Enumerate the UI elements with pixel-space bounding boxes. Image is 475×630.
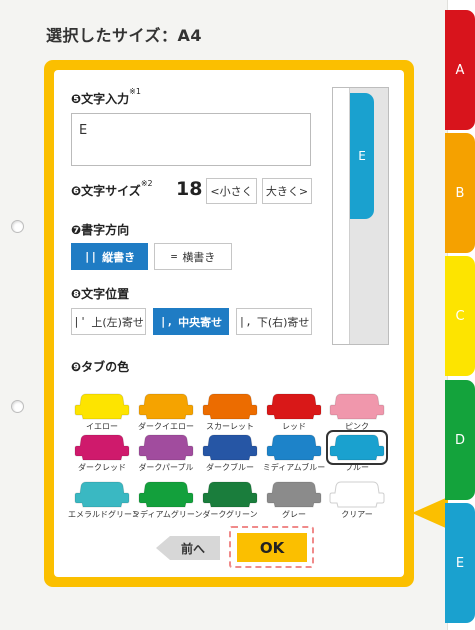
align-end-label: 下(右)寄せ — [256, 315, 310, 329]
color-swatch-label: クリアー — [341, 510, 373, 519]
font-size-label: ❻文字サイズ※2 — [71, 179, 153, 199]
color-swatch[interactable]: ブルー — [326, 430, 388, 473]
binder-hole — [11, 400, 24, 413]
align-start-label: 上(左)寄せ — [91, 315, 144, 329]
page-title: 選択したサイズ：A4 — [46, 26, 203, 45]
tab-shape-icon — [329, 434, 385, 461]
vertical-lines-icon: || — [83, 250, 98, 263]
tab-shape-icon — [266, 481, 322, 508]
color-swatch-label: ダークブルー — [206, 463, 254, 472]
color-swatch[interactable]: グレー — [266, 480, 324, 520]
tab-shape-icon — [138, 434, 194, 461]
color-swatch-label: ダークパープル — [138, 463, 194, 472]
tab-shape-icon — [329, 481, 385, 508]
color-swatch[interactable]: ミディアムブルー — [263, 433, 325, 473]
tab-text-input[interactable]: E — [71, 113, 311, 166]
horizontal-writing-button[interactable]: = 横書き — [154, 243, 232, 270]
color-swatch-label: エメラルドグリーン — [68, 510, 140, 519]
align-end-button[interactable]: |, 下(右)寄せ — [236, 308, 312, 335]
binder-hole — [11, 220, 24, 233]
color-swatch-label: ダークイエロー — [138, 422, 194, 431]
align-center-button[interactable]: |, 中央寄せ — [153, 308, 229, 335]
color-swatch-label: ダークグリーン — [202, 510, 258, 519]
vertical-writing-button[interactable]: || 縦書き — [71, 243, 148, 270]
vertical-writing-label: 縦書き — [102, 250, 136, 264]
index-tab-e[interactable]: E — [445, 503, 475, 623]
footnote-marker-1: ※1 — [129, 87, 141, 96]
footnote-marker-2: ※2 — [140, 179, 153, 188]
color-swatch[interactable]: エメラルドグリーン — [68, 480, 140, 520]
color-swatch[interactable]: ダークイエロー — [138, 392, 196, 432]
color-swatch[interactable]: クリアー — [329, 480, 387, 520]
tab-shape-icon — [138, 393, 194, 420]
color-swatch[interactable]: ピンク — [329, 392, 387, 432]
position-label: ❽文字位置 — [71, 287, 130, 301]
ok-button[interactable]: OK — [237, 533, 307, 562]
color-swatch[interactable]: ダークレッド — [74, 433, 132, 473]
align-middle-icon: |, — [159, 315, 174, 328]
color-swatch-label: ミディアムブルー — [262, 463, 326, 472]
tab-shape-icon — [74, 393, 130, 420]
tab-shape-icon — [202, 481, 258, 508]
tab-shape-icon — [74, 434, 130, 461]
color-swatch-label: レッド — [282, 422, 306, 431]
panel-pointer — [412, 497, 448, 529]
text-input-label-text: ❺文字入力 — [71, 92, 130, 106]
tab-shape-icon — [138, 481, 194, 508]
color-swatch[interactable]: スカーレット — [202, 392, 260, 432]
color-swatch-label: ダークレッド — [78, 463, 126, 472]
color-swatch[interactable]: ダークパープル — [138, 433, 196, 473]
tab-shape-icon — [329, 393, 385, 420]
index-tab-c[interactable]: C — [445, 256, 475, 376]
preview-sheet — [333, 88, 350, 344]
color-swatch-label: イエロー — [86, 422, 118, 431]
index-tab-b[interactable]: B — [445, 133, 475, 253]
tab-shape-icon — [202, 393, 258, 420]
align-start-button[interactable]: |' 上(左)寄せ — [71, 308, 146, 335]
color-swatch-label: ブルー — [345, 463, 369, 472]
font-larger-button[interactable]: 大きく> — [262, 178, 312, 204]
color-swatch-label: ミディアムグリーン — [132, 510, 203, 519]
tab-shape-icon — [74, 481, 130, 508]
preview-tab: E — [350, 93, 374, 219]
font-size-value: 18 — [176, 178, 203, 200]
color-swatch[interactable]: ダークブルー — [202, 433, 260, 473]
horizontal-lines-icon: = — [170, 250, 178, 263]
text-input-label: ❺文字入力※1 — [71, 87, 141, 107]
align-top-icon: |' — [73, 315, 87, 328]
color-swatch-label: スカーレット — [206, 422, 254, 431]
font-smaller-button[interactable]: <小さく — [206, 178, 257, 204]
direction-label: ❼書字方向 — [71, 223, 130, 237]
font-size-label-text: ❻文字サイズ — [71, 184, 141, 198]
horizontal-writing-label: 横書き — [182, 250, 216, 264]
color-swatch[interactable]: ダークグリーン — [202, 480, 260, 520]
index-tab-a[interactable]: A — [445, 10, 475, 130]
tab-shape-icon — [202, 434, 258, 461]
align-center-label: 中央寄せ — [178, 315, 223, 329]
index-tab-d[interactable]: D — [445, 380, 475, 500]
tab-color-label: ❾タブの色 — [71, 360, 130, 374]
tab-shape-icon — [266, 393, 322, 420]
color-swatch[interactable]: イエロー — [74, 392, 132, 432]
align-bottom-icon: |, — [238, 315, 252, 328]
color-swatch[interactable]: ミディアムグリーン — [132, 480, 202, 520]
color-swatch-label: グレー — [282, 510, 306, 519]
tab-preview: E — [332, 87, 389, 345]
color-swatch[interactable]: レッド — [266, 392, 324, 432]
tab-shape-icon — [266, 434, 322, 461]
